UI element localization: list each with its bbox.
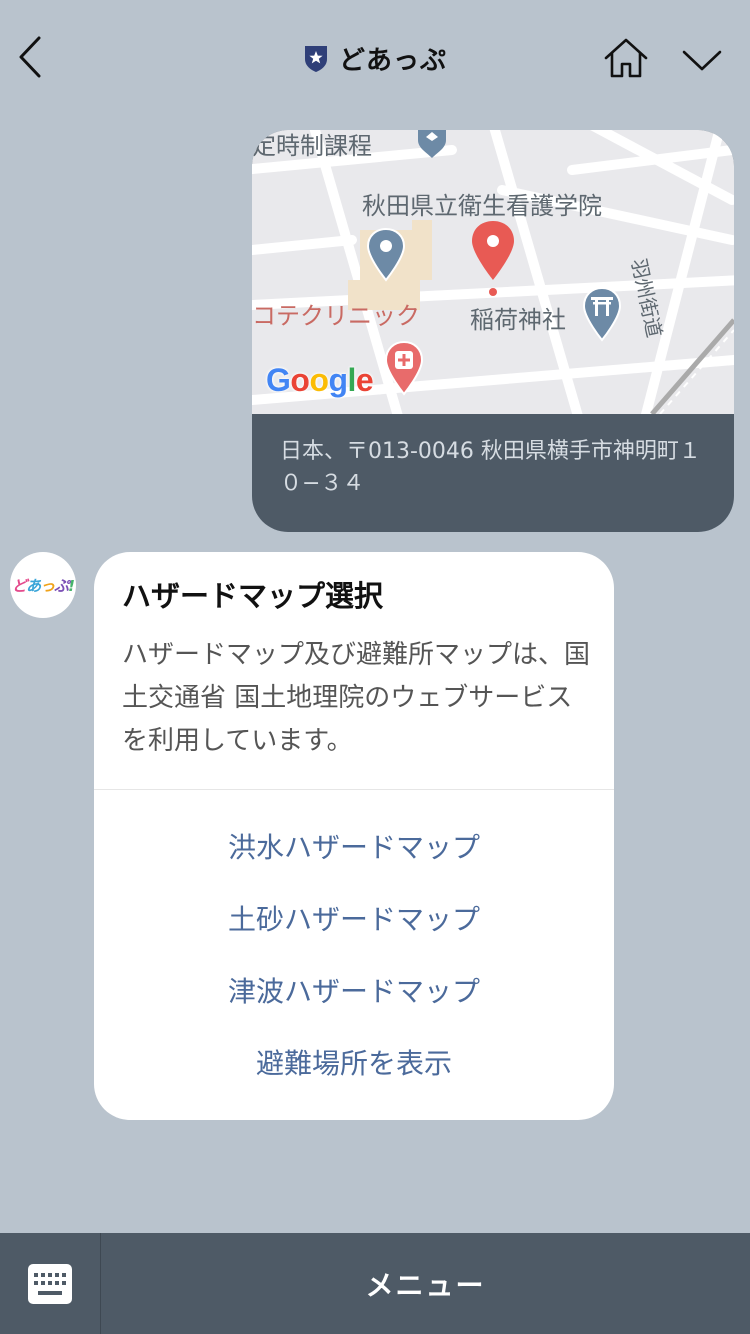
map-marker-shrine-icon <box>582 286 622 342</box>
card-title: ハザードマップ選択 <box>122 579 384 613</box>
collapse-button[interactable] <box>680 40 724 80</box>
chevron-down-icon <box>682 50 722 71</box>
location-address: 日本、〒013-0046 秋田県横手市神明町１０−３４ <box>280 439 701 496</box>
map-label-clinic: コテクリニック <box>252 302 420 330</box>
flood-hazard-map-button[interactable]: 洪水ハザードマップ <box>94 816 614 876</box>
map-label-shrine: 稲荷神社 <box>470 306 566 334</box>
home-button[interactable] <box>602 36 650 80</box>
chat-title-text: どあっぷ <box>338 45 447 76</box>
show-evacuation-sites-button[interactable]: 避難場所を表示 <box>94 1032 614 1092</box>
google-logo: Google <box>266 362 374 398</box>
menu-button[interactable]: メニュー <box>101 1233 750 1334</box>
bot-avatar[interactable]: どあっぷ! <box>10 552 76 618</box>
card-description: ハザードマップ及び避難所マップは、国土交通省 国土地理院のウェブサービスを利用し… <box>122 640 591 756</box>
home-icon <box>604 38 648 78</box>
keyboard-icon <box>28 1263 72 1304</box>
map-marker-school-icon <box>418 130 446 158</box>
star-shield-icon <box>304 46 327 72</box>
map-label-nursing-school: 秋田県立衛生看護学院 <box>362 192 602 220</box>
map-marker-hospital-icon <box>384 340 424 396</box>
location-pin-icon <box>472 221 514 296</box>
bottom-menu-bar: メニュー <box>0 1233 750 1334</box>
keyboard-button[interactable] <box>0 1233 100 1334</box>
map-thumbnail[interactable]: 定時制課程 秋田県立衛生看護学院 コテクリニック 稲荷神社 羽州街道 Googl… <box>252 130 734 414</box>
location-message[interactable]: 定時制課程 秋田県立衛生看護学院 コテクリニック 稲荷神社 羽州街道 Googl… <box>252 130 734 532</box>
hazard-map-card: ハザードマップ選択 ハザードマップ及び避難所マップは、国土交通省 国土地理院のウ… <box>94 552 614 1120</box>
map-marker-school-gray-icon <box>366 228 406 282</box>
map-label-school: 定時制課程 <box>252 132 372 160</box>
chat-header: どあっぷ <box>0 0 750 115</box>
bot-avatar-logo: どあっぷ! <box>12 576 75 595</box>
card-divider <box>94 789 614 790</box>
tsunami-hazard-map-button[interactable]: 津波ハザードマップ <box>94 960 614 1020</box>
landslide-hazard-map-button[interactable]: 土砂ハザードマップ <box>94 888 614 948</box>
